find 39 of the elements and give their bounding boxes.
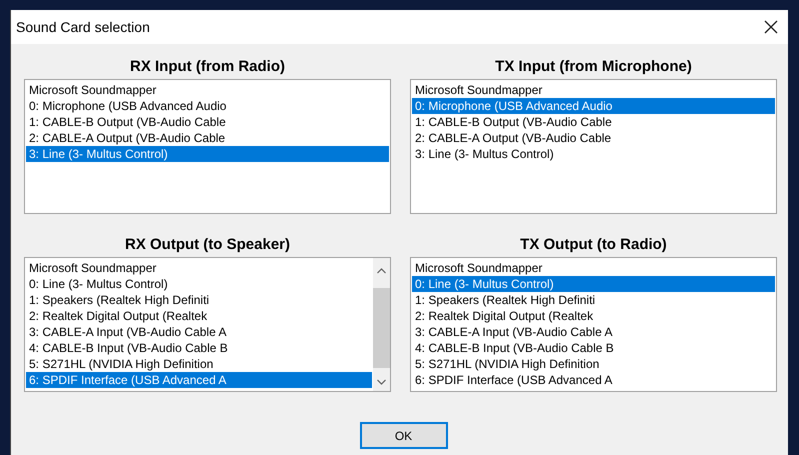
list-item[interactable]: 5: S271HL (NVIDIA High Definition	[412, 356, 775, 372]
window-title: Sound Card selection	[16, 19, 150, 35]
list-item[interactable]: 3: Line (3- Multus Control)	[26, 146, 389, 162]
list-item[interactable]: Microsoft Soundmapper	[26, 82, 389, 98]
list-item[interactable]: 0: Microphone (USB Advanced Audio	[412, 98, 775, 114]
list-item[interactable]: 2: Realtek Digital Output (Realtek	[412, 308, 775, 324]
ok-button[interactable]: OK	[360, 422, 448, 449]
scrollbar[interactable]	[373, 258, 390, 391]
list-heading: TX Output (to Radio)	[520, 235, 667, 255]
scrollbar-thumb[interactable]	[373, 288, 390, 368]
list-item[interactable]: 1: CABLE-B Output (VB-Audio Cable	[412, 114, 775, 130]
list-item[interactable]: 4: CABLE-B Input (VB-Audio Cable B	[412, 340, 775, 356]
device-list[interactable]: Microsoft Soundmapper 0: Microphone (USB Advanced Audio 1: CABLE-B Output (VB-Audio Cable 2: CABLE-A Output (VB-Audio Cable 3: Line (3- Multus Control)	[410, 79, 777, 214]
list-item[interactable]: 1: Speakers (Realtek High Definiti	[412, 292, 775, 308]
list-item[interactable]: 3: Line (3- Multus Control)	[412, 146, 775, 162]
list-item[interactable]: 2: Realtek Digital Output (Realtek	[26, 308, 372, 324]
list-item[interactable]: Microsoft Soundmapper	[412, 260, 775, 276]
list-item[interactable]: 1: Speakers (Realtek High Definiti	[26, 292, 372, 308]
list-item[interactable]: Microsoft Soundmapper	[412, 82, 775, 98]
list-item[interactable]: 6: SPDIF Interface (USB Advanced A	[26, 372, 372, 388]
list-item[interactable]: 1: CABLE-B Output (VB-Audio Cable	[26, 114, 389, 130]
list-heading: RX Input (from Radio)	[130, 57, 285, 77]
list-item[interactable]: 0: Microphone (USB Advanced Audio	[26, 98, 389, 114]
list-item[interactable]: 2: CABLE-A Output (VB-Audio Cable	[26, 130, 389, 146]
device-list[interactable]: Microsoft Soundmapper 0: Microphone (USB Advanced Audio 1: CABLE-B Output (VB-Audio Cable 2: CABLE-A Output (VB-Audio Cable 3: Line (3- Multus Control)	[24, 79, 391, 214]
close-icon[interactable]	[764, 20, 778, 34]
list-item[interactable]: Microsoft Soundmapper	[26, 260, 372, 276]
list-item[interactable]: 3: CABLE-A Input (VB-Audio Cable A	[412, 324, 775, 340]
list-item[interactable]: 5: S271HL (NVIDIA High Definition	[26, 356, 372, 372]
list-item[interactable]: 0: Line (3- Multus Control)	[412, 276, 775, 292]
list-item[interactable]: 6: SPDIF Interface (USB Advanced A	[412, 372, 775, 388]
device-list[interactable]	[24, 257, 391, 392]
list-item[interactable]: 0: Line (3- Multus Control)	[26, 276, 372, 292]
list-item[interactable]: 2: CABLE-A Output (VB-Audio Cable	[412, 130, 775, 146]
list-item[interactable]: 3: CABLE-A Input (VB-Audio Cable A	[26, 324, 372, 340]
list-heading: TX Input (from Microphone)	[495, 57, 692, 77]
list-item[interactable]: 4: CABLE-B Input (VB-Audio Cable B	[26, 340, 372, 356]
list-heading: RX Output (to Speaker)	[124, 235, 290, 255]
device-list[interactable]	[410, 257, 777, 392]
